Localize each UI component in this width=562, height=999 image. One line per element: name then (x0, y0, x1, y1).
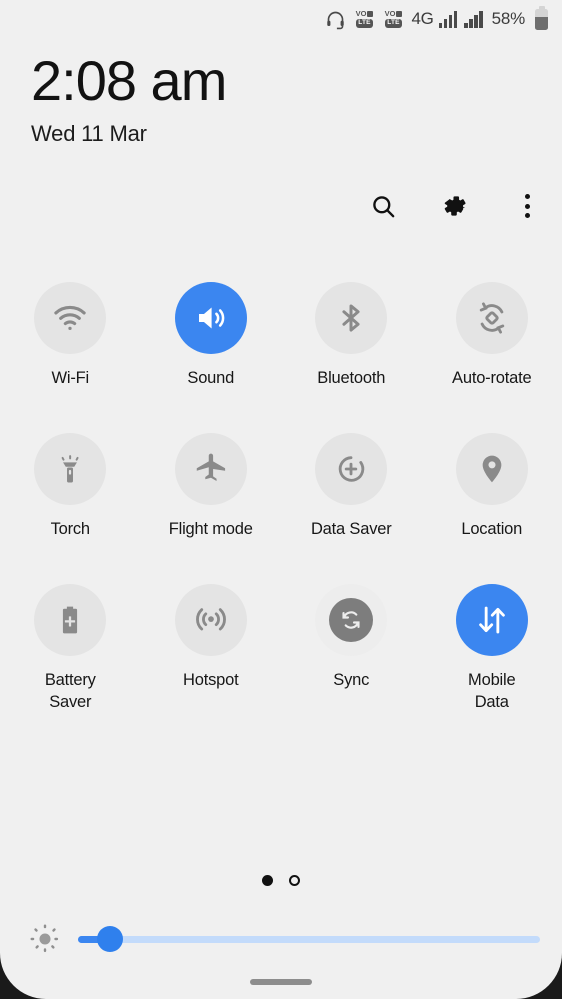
tile-battery-saver[interactable]: Battery Saver (0, 583, 141, 714)
tile-sync[interactable]: Sync (281, 583, 422, 714)
tile-auto-rotate-label: Auto-rotate (452, 369, 532, 387)
tile-hotspot[interactable]: Hotspot (141, 583, 282, 714)
clock-time: 2:08 am (31, 49, 227, 112)
tile-sound[interactable]: Sound (141, 282, 282, 390)
signal-bars-sim1 (438, 10, 458, 28)
tile-data-saver-label: Data Saver (310, 519, 392, 538)
tile-torch-circle (34, 432, 107, 505)
tile-sync-inner-circle (329, 597, 374, 642)
tile-hotspot-label: Hotspot (183, 670, 239, 689)
tile-data-saver[interactable]: Data Saver (281, 432, 422, 541)
more-vertical-icon[interactable] (506, 185, 548, 227)
volte-bottom-text-sim1: LTE (355, 18, 374, 28)
tile-mobile-data-label: Mobile Data (468, 670, 516, 711)
tile-auto-rotate[interactable]: Auto-rotate (422, 282, 562, 390)
home-gesture-bar[interactable] (250, 979, 312, 985)
clock-block[interactable]: 2:08 am Wed 11 Mar (31, 49, 227, 147)
tile-torch[interactable]: Torch (0, 432, 141, 541)
tile-wifi-circle (34, 282, 107, 354)
tile-torch-label: Torch (50, 519, 91, 538)
quick-settings-panel: VO LTE VO LTE 4G 58% 2:08 am Wed 11 Mar (0, 0, 562, 999)
volte-square-sim1 (367, 10, 374, 17)
quick-settings-tile-grid: Wi-Fi Sound Bluetooth Auto-rotate Torch … (0, 282, 562, 714)
tile-auto-rotate-circle (455, 282, 528, 354)
tile-flight-mode-circle (174, 432, 247, 505)
battery-fill (535, 17, 548, 30)
tile-sync-circle (315, 583, 388, 656)
signal-bars-sim2 (464, 10, 483, 28)
page-dot-1[interactable] (262, 875, 273, 886)
tile-location-circle (455, 432, 528, 505)
volte-icon-sim1: VO LTE (353, 8, 375, 30)
tile-battery-saver-label: Battery Saver (44, 670, 96, 711)
tile-data-saver-circle (315, 432, 388, 505)
tile-sync-label: Sync (333, 670, 370, 689)
gear-icon[interactable] (434, 185, 476, 227)
network-type-label: 4G (411, 9, 434, 28)
tile-sound-circle (174, 282, 247, 354)
tile-location-label: Location (461, 519, 523, 538)
tile-location[interactable]: Location (422, 432, 562, 541)
volte-top-text-sim2: VO (384, 9, 396, 19)
brightness-icon (22, 916, 68, 962)
headset-icon (325, 9, 346, 30)
brightness-slider-thumb[interactable] (97, 926, 124, 952)
status-bar: VO LTE VO LTE 4G 58% (0, 0, 562, 38)
volte-icon-sim2: VO LTE (382, 8, 404, 30)
brightness-slider[interactable] (78, 922, 540, 956)
tile-sound-label: Sound (187, 369, 235, 387)
page-indicator (0, 875, 562, 886)
tile-battery-saver-circle (34, 583, 107, 656)
volte-bottom-text-sim2: LTE (384, 18, 403, 28)
tile-bluetooth-label: Bluetooth (317, 369, 386, 387)
page-dot-2[interactable] (289, 875, 300, 886)
tile-mobile-data[interactable]: Mobile Data (422, 583, 562, 714)
battery-icon (535, 6, 548, 30)
panel-toolbar (362, 185, 548, 227)
brightness-track (78, 935, 540, 943)
tile-bluetooth-circle (315, 282, 388, 354)
tile-flight-mode[interactable]: Flight mode (141, 432, 282, 541)
search-icon[interactable] (362, 185, 404, 227)
brightness-control (22, 916, 540, 962)
volte-top-text-sim1: VO (355, 9, 367, 19)
clock-date: Wed 11 Mar (31, 120, 147, 146)
tile-hotspot-circle (174, 583, 247, 656)
battery-percent-label: 58% (491, 9, 526, 28)
tile-mobile-data-circle (455, 583, 528, 656)
tile-bluetooth[interactable]: Bluetooth (281, 282, 422, 390)
volte-square-sim2 (396, 10, 403, 17)
tile-flight-mode-label: Flight mode (168, 519, 253, 538)
tile-wifi-label: Wi-Fi (51, 369, 90, 387)
tile-wifi[interactable]: Wi-Fi (0, 282, 141, 390)
